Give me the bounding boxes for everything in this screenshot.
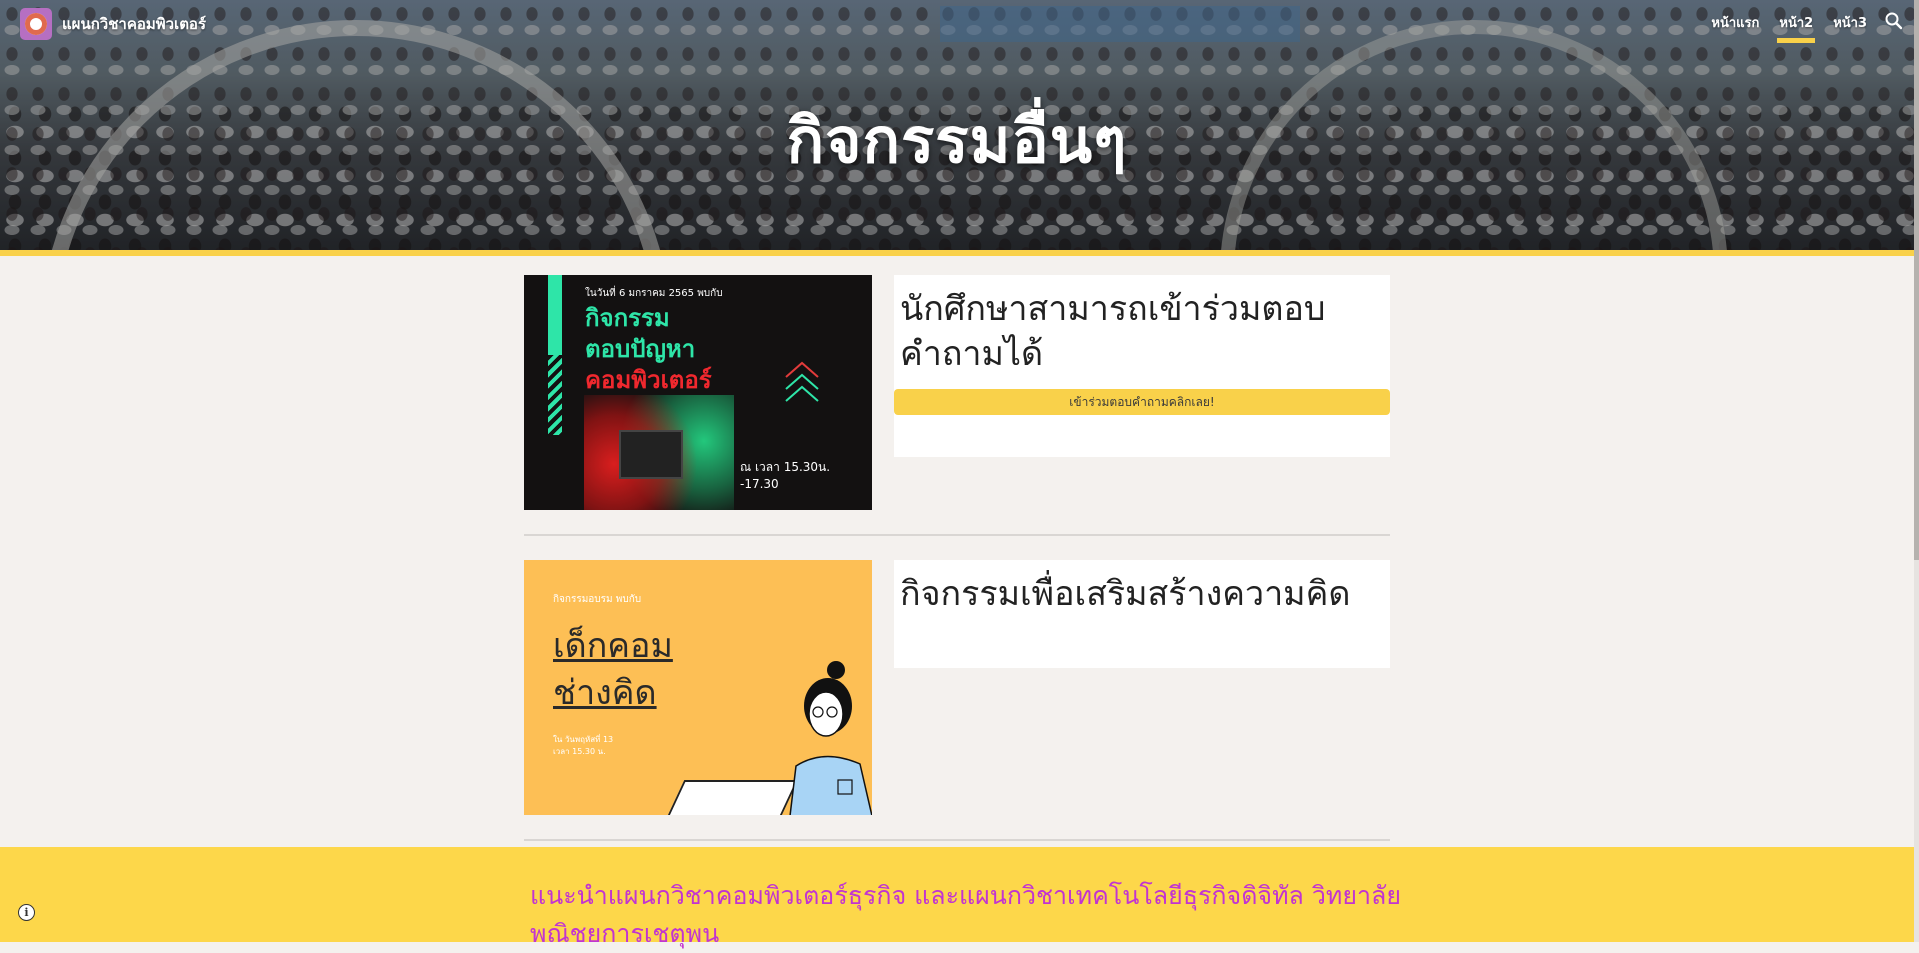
- card-title: กิจกรรมเพื่อเสริมสร้างความคิด: [900, 574, 1351, 614]
- site-logo[interactable]: [20, 8, 52, 40]
- nav-item-page2[interactable]: หน้า2: [1777, 12, 1815, 43]
- nav-item-page3[interactable]: หน้า3: [1833, 12, 1867, 33]
- logo-emblem-icon: [25, 13, 47, 35]
- card-title: นักศึกษาสามารถเข้าร่วมตอบคำถามได้: [900, 289, 1326, 374]
- poster-headline-line2: ตอบปัญหา: [585, 335, 696, 363]
- thinking-activity-card: กิจกรรมเพื่อเสริมสร้างความคิด: [894, 560, 1390, 668]
- poster-headline-line3: คอมพิวเตอร์: [585, 366, 712, 394]
- poster-date-text: ในวันที่ 6 มกราคม 2565 พบกับ: [585, 288, 723, 299]
- poster-stripes: [548, 355, 562, 435]
- poster-headline: เด็กคอม ช่างคิด: [553, 626, 673, 713]
- chevron-up-icon: [785, 361, 819, 402]
- info-icon[interactable]: i: [18, 904, 35, 921]
- hero-banner: กิจกรรมอื่นๆ: [0, 0, 1914, 250]
- student-illustration: [789, 661, 872, 815]
- section-divider: [524, 534, 1390, 536]
- quiz-activity-card: นักศึกษาสามารถเข้าร่วมตอบคำถามได้ เข้าร่…: [894, 275, 1390, 457]
- hero-accent-stripe: [0, 250, 1914, 256]
- scrollbar-thumb[interactable]: [1914, 0, 1919, 560]
- section-divider: [524, 839, 1390, 841]
- page-scrollbar[interactable]: [1914, 0, 1919, 942]
- poster-small-text: กิจกรรมอบรม พบกับ: [553, 594, 642, 605]
- footer: แนะนำแผนกวิชาคอมพิวเตอร์ธุรกิจ และแผนกวิ…: [0, 847, 1914, 948]
- computer-monitor-icon: [619, 430, 683, 479]
- quiz-activity-poster: ในวันที่ 6 มกราคม 2565 พบกับ กิจกรรม ตอบ…: [524, 275, 872, 510]
- thinking-activity-poster: กิจกรรมอบรม พบกับ เด็กคอม ช่างคิด ใน วัน…: [524, 560, 872, 815]
- top-nav: หน้าแรก หน้า2 หน้า3: [1711, 12, 1867, 43]
- search-icon[interactable]: [1883, 10, 1905, 32]
- nav-item-home[interactable]: หน้าแรก: [1711, 12, 1759, 33]
- poster-time-text: ณ เวลา 15.30น. -17.30: [740, 460, 831, 491]
- poster-headline-line1: กิจกรรม: [585, 304, 670, 332]
- join-quiz-button[interactable]: เข้าร่วมตอบคำถามคลิกเลย!: [894, 389, 1390, 415]
- poster-when-text: ใน วันพฤหัสที่ 13 เวลา 15.30 น.: [553, 735, 614, 756]
- site-title[interactable]: แผนกวิชาคอมพิวเตอร์: [62, 12, 206, 36]
- page-title: กิจกรรมอื่นๆ: [786, 104, 1128, 177]
